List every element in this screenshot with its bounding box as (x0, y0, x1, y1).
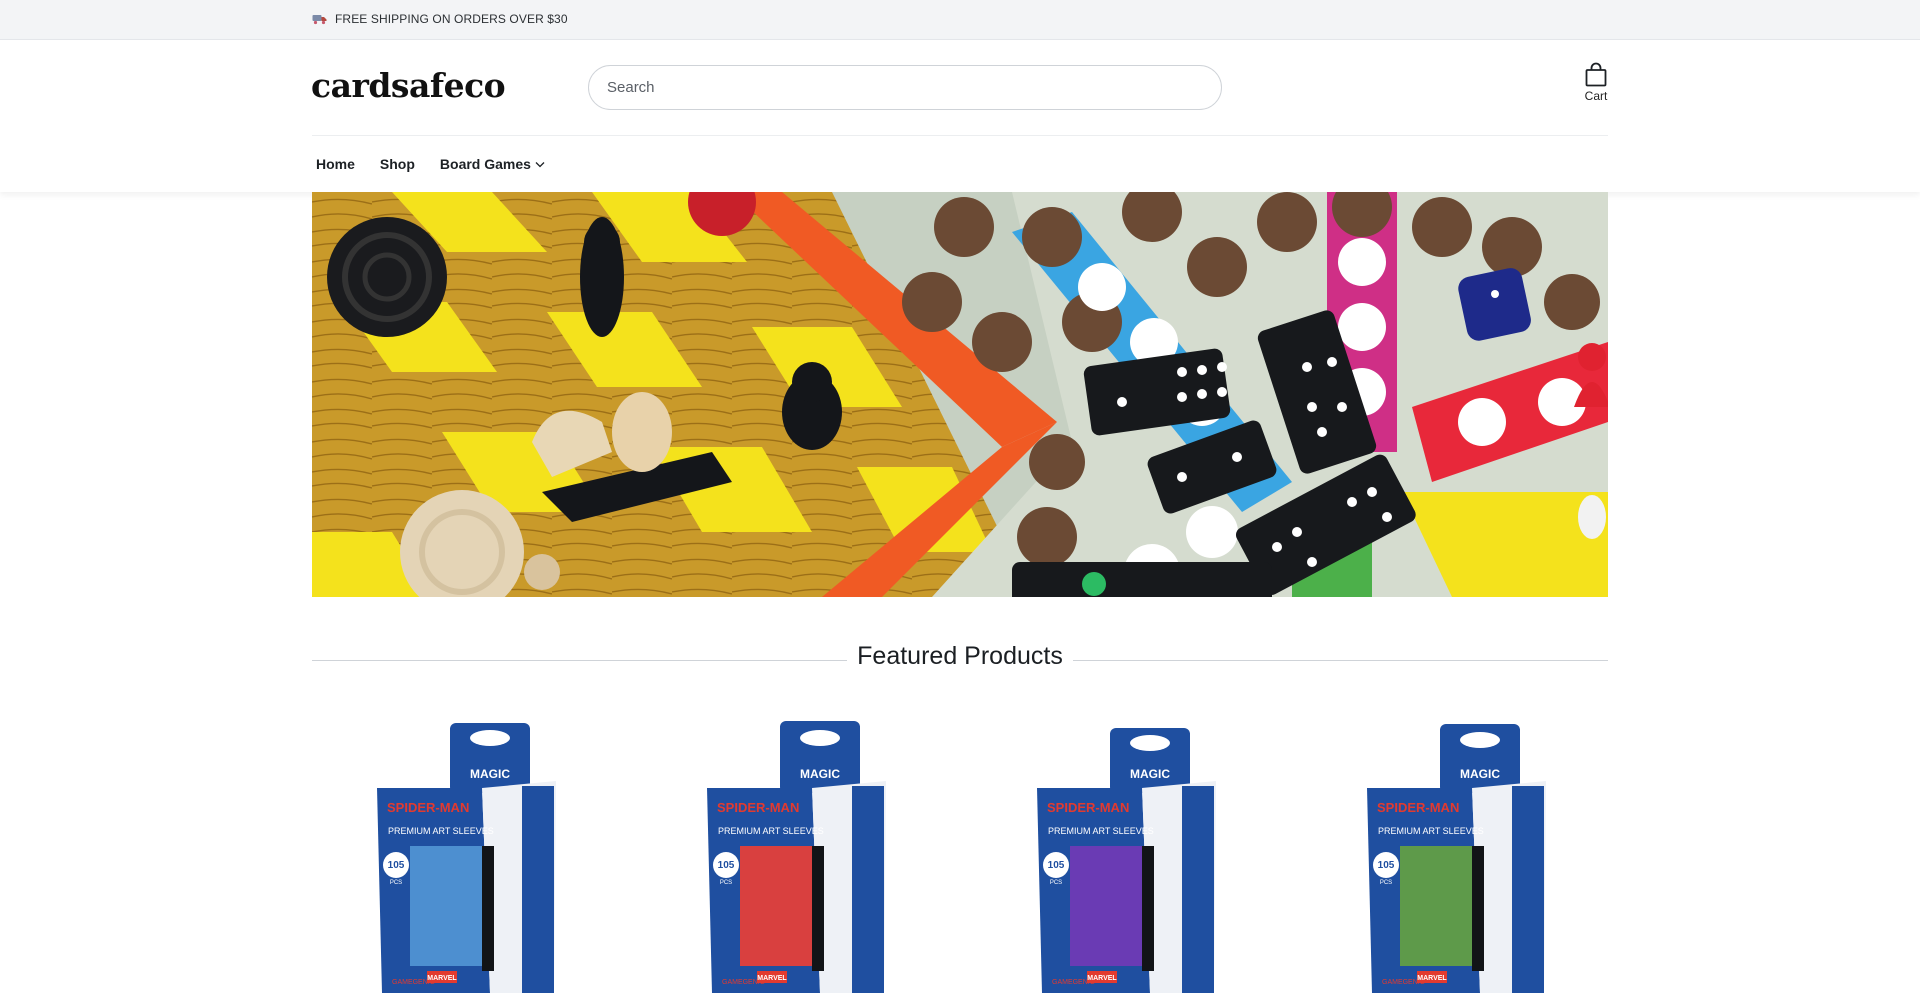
main-nav: Home Shop Board Games (312, 156, 549, 172)
product-image: MAGIC SPIDER-MAN PREMIUM ART SLEEVES 105… (1367, 724, 1546, 993)
shopping-bag-icon (1585, 62, 1607, 87)
hero-banner (312, 192, 1608, 597)
box-sub-brand: MAGIC (470, 767, 510, 781)
nav-item-label: Board Games (439, 156, 531, 172)
header-divider (312, 135, 1608, 136)
box-label: MARVEL (427, 975, 457, 982)
box-count-unit: PCS (1380, 880, 1392, 886)
box-sub-brand: MAGIC (800, 767, 840, 781)
announcement-text: FREE SHIPPING ON ORDERS OVER $30 (335, 12, 568, 26)
box-brand: SPIDER-MAN (1377, 800, 1459, 815)
box-count: 105 (718, 860, 735, 871)
announcement-bar: FREE SHIPPING ON ORDERS OVER $30 (0, 0, 1920, 40)
product-grid: MAGIC SPIDER-MAN PREMIUM ART SLEEVES 105… (312, 706, 1608, 993)
announcement-content: FREE SHIPPING ON ORDERS OVER $30 (312, 12, 568, 26)
search-box[interactable] (588, 65, 1222, 110)
nav-item-label: Home (316, 156, 355, 172)
box-sub-brand: MAGIC (1460, 767, 1500, 781)
search-input[interactable] (589, 66, 1221, 109)
box-label: MARVEL (757, 975, 787, 982)
site-logo[interactable]: cardsafeco (311, 66, 506, 105)
box-line: PREMIUM ART SLEEVES (388, 826, 494, 836)
box-count-unit: PCS (1050, 880, 1062, 886)
box-line: PREMIUM ART SLEEVES (1048, 826, 1154, 836)
cart-label: Cart (1584, 89, 1608, 103)
product-card[interactable]: MAGIC SPIDER-MAN PREMIUM ART SLEEVES 105… (312, 706, 612, 993)
box-brand: SPIDER-MAN (1047, 800, 1129, 815)
product-image: MAGIC SPIDER-MAN PREMIUM ART SLEEVES 105… (1037, 728, 1216, 993)
box-count-unit: PCS (720, 880, 732, 886)
product-image: MAGIC SPIDER-MAN PREMIUM ART SLEEVES 105… (707, 721, 886, 993)
site-header: cardsafeco Cart Home Shop Board Games (0, 40, 1920, 192)
box-brand: SPIDER-MAN (387, 800, 469, 815)
section-title-text: Featured Products (847, 642, 1073, 670)
board-games-image (312, 192, 1608, 597)
box-label: MARVEL (1417, 975, 1447, 982)
product-card[interactable]: MAGIC SPIDER-MAN PREMIUM ART SLEEVES 105… (972, 706, 1272, 993)
box-brand: SPIDER-MAN (717, 800, 799, 815)
box-count: 105 (388, 860, 405, 871)
cart-button[interactable]: Cart (1576, 62, 1616, 103)
section-title: Featured Products (312, 642, 1608, 671)
chevron-down-icon (535, 161, 545, 167)
box-label: MARVEL (1087, 975, 1117, 982)
box-count-unit: PCS (390, 880, 402, 886)
nav-item-board-games[interactable]: Board Games (436, 156, 549, 172)
nav-item-home[interactable]: Home (312, 156, 359, 172)
nav-item-label: Shop (379, 156, 415, 172)
box-count: 105 (1378, 860, 1395, 871)
nav-item-shop[interactable]: Shop (376, 156, 419, 172)
product-card[interactable]: MAGIC SPIDER-MAN PREMIUM ART SLEEVES 105… (642, 706, 942, 993)
box-line: PREMIUM ART SLEEVES (718, 826, 824, 836)
box-sub-brand: MAGIC (1130, 767, 1170, 781)
box-line: PREMIUM ART SLEEVES (1378, 826, 1484, 836)
truck-icon (312, 15, 327, 25)
product-card[interactable]: MAGIC SPIDER-MAN PREMIUM ART SLEEVES 105… (1302, 706, 1602, 993)
featured-products-heading: Featured Products (312, 640, 1608, 676)
box-count: 105 (1048, 860, 1065, 871)
product-image: MAGIC SPIDER-MAN PREMIUM ART SLEEVES 105… (377, 723, 556, 993)
